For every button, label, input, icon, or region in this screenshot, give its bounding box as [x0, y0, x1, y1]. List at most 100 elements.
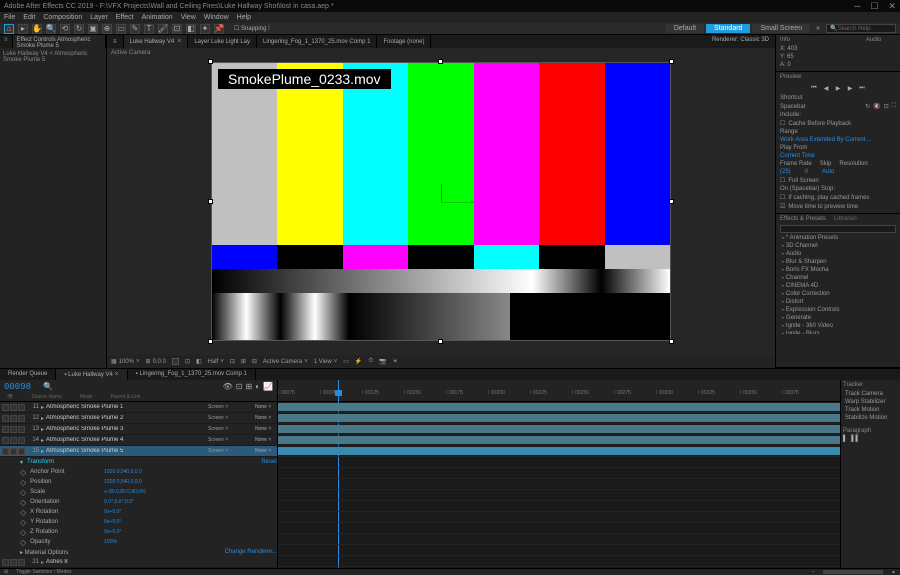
- visibility-toggle[interactable]: [2, 448, 9, 455]
- menu-composition[interactable]: Composition: [43, 14, 82, 21]
- overlay-icon[interactable]: ⊡: [884, 103, 889, 110]
- visibility-toggle[interactable]: [2, 415, 9, 422]
- layer-row[interactable]: 12▸Atmospheric Smoke Plume 2Screen ˅None…: [0, 413, 277, 424]
- paragraph-header[interactable]: Paragraph: [843, 428, 898, 434]
- grid-icon[interactable]: ⊞: [241, 358, 246, 365]
- solo-toggle[interactable]: [10, 415, 17, 422]
- maximize-icon[interactable]: ☐: [870, 1, 878, 12]
- track-row[interactable]: [278, 468, 840, 479]
- next-frame-icon[interactable]: ▶: [845, 84, 855, 92]
- layer-handle[interactable]: [208, 339, 213, 344]
- solo-toggle[interactable]: [10, 437, 17, 444]
- track-camera-button[interactable]: Track Camera: [843, 390, 898, 398]
- toggle-switches-button[interactable]: Toggle Switches / Modes: [16, 569, 71, 575]
- solo-toggle[interactable]: [10, 448, 17, 455]
- menu-effect[interactable]: Effect: [116, 14, 134, 21]
- track-row[interactable]: [278, 512, 840, 523]
- skip-value[interactable]: 0: [805, 169, 808, 175]
- effect-category[interactable]: * Animation Presets: [780, 234, 896, 242]
- tl-tab-render[interactable]: Render Queue: [0, 369, 56, 380]
- menu-help[interactable]: Help: [237, 14, 251, 21]
- graph-icon[interactable]: 📈: [263, 382, 273, 391]
- track-row[interactable]: [278, 402, 840, 413]
- timeline-tracks[interactable]: 0007500100001250015000175002000022500250…: [278, 380, 840, 568]
- orbit-tool-icon[interactable]: ⟲: [60, 24, 70, 34]
- layer-handle[interactable]: [438, 59, 443, 64]
- track-row[interactable]: [278, 523, 840, 534]
- expand-icon[interactable]: ⊞: [4, 569, 8, 575]
- track-row[interactable]: [278, 545, 840, 556]
- effects-presets-header[interactable]: Effects & Presets: [780, 216, 826, 222]
- transform-property[interactable]: ◇Scale∞ 80.0,80.0,80.0%: [0, 487, 277, 497]
- comp-tab-0[interactable]: Luke Hallway V4×: [124, 35, 189, 48]
- renderer-indicator[interactable]: Renderer: Classic 3D: [706, 35, 775, 48]
- cache-opt-checkbox[interactable]: ☐ If caching, play cached frames: [780, 193, 896, 202]
- mute-icon[interactable]: 🔇: [873, 103, 880, 110]
- track-motion-button[interactable]: Track Motion: [843, 406, 898, 414]
- roi-icon[interactable]: ⊡: [230, 358, 235, 365]
- puppet-tool-icon[interactable]: 📌: [214, 24, 224, 34]
- first-frame-icon[interactable]: ⏮: [809, 84, 819, 92]
- preview-panel-header[interactable]: Preview: [780, 74, 896, 80]
- track-row[interactable]: [278, 490, 840, 501]
- col-source[interactable]: Source Name: [31, 394, 62, 400]
- menu-edit[interactable]: Edit: [23, 14, 35, 21]
- effects-preset-tree[interactable]: * Animation Presets3D ChannelAudioBlur &…: [780, 234, 896, 334]
- layer-bar[interactable]: [278, 414, 840, 422]
- timeline-search-icon[interactable]: 🔍: [43, 382, 53, 391]
- guides-icon[interactable]: ⊟: [252, 358, 257, 365]
- shortcut-value[interactable]: Spacebar: [780, 104, 806, 110]
- libraries-tab[interactable]: Libraries: [834, 216, 857, 222]
- transform-property[interactable]: ◇Anchor Point1920.0,540.0,0.0: [0, 467, 277, 477]
- fullscreen-icon[interactable]: ⛶: [892, 103, 896, 110]
- effect-category[interactable]: Blur & Sharpen: [780, 258, 896, 266]
- ws-small[interactable]: Small Screen: [752, 24, 810, 33]
- effects-search-input[interactable]: [780, 225, 896, 233]
- comp-tab-2[interactable]: Lingering_Fog_1_1370_25.mov Comp 1: [257, 35, 377, 48]
- rotate-tool-icon[interactable]: ↻: [74, 24, 84, 34]
- layer-row[interactable]: 21▸Ashes 8: [0, 557, 277, 568]
- timeline-icon[interactable]: ⏱: [368, 358, 373, 365]
- resolution-dropdown[interactable]: ⊞ 0.0.0: [146, 358, 166, 365]
- ws-default[interactable]: Default: [666, 24, 704, 33]
- solo-toggle[interactable]: [10, 404, 17, 411]
- comp-tab-layout-icon[interactable]: ≡: [107, 35, 124, 48]
- zoom-slider[interactable]: [823, 570, 883, 574]
- last-frame-icon[interactable]: ⏭: [857, 84, 867, 92]
- ws-standard[interactable]: Standard: [706, 24, 750, 33]
- effect-category[interactable]: Generate: [780, 314, 896, 322]
- pan-behind-tool-icon[interactable]: ⊕: [102, 24, 112, 34]
- align-right-icon[interactable]: ▌: [856, 436, 860, 442]
- layer-row[interactable]: 13▸Atmospheric Smoke Plume 3Screen ˅None…: [0, 424, 277, 435]
- effect-category[interactable]: CINEMA 4D: [780, 282, 896, 290]
- time-ruler[interactable]: 0007500100001250015000175002000022500250…: [278, 380, 840, 402]
- stabilize-button[interactable]: Stabilize Motion: [843, 414, 898, 422]
- effect-category[interactable]: 3D Channel: [780, 242, 896, 250]
- snapping-toggle[interactable]: ☐ Snapping ⁞: [234, 25, 270, 32]
- mask-icon[interactable]: ◧: [196, 358, 202, 365]
- layer-handle[interactable]: [669, 199, 674, 204]
- views-dropdown[interactable]: 1 View ˅: [314, 359, 337, 365]
- menu-view[interactable]: View: [181, 14, 196, 21]
- layer-bar[interactable]: [278, 425, 840, 433]
- lock-toggle[interactable]: [18, 415, 25, 422]
- audio-panel-header[interactable]: Audio: [866, 37, 896, 43]
- visibility-toggle[interactable]: [2, 404, 9, 411]
- transform-group[interactable]: ▾ TransformReset: [0, 457, 277, 467]
- visibility-toggle[interactable]: [2, 426, 9, 433]
- menu-layer[interactable]: Layer: [90, 14, 108, 21]
- project-tab[interactable]: ≡: [0, 35, 13, 48]
- comp-tab-1[interactable]: Layer Luke Light Lay: [188, 35, 257, 48]
- play-icon[interactable]: ▶: [833, 84, 843, 92]
- close-icon[interactable]: ✕: [888, 1, 896, 12]
- bg-color-icon[interactable]: [172, 358, 179, 365]
- frameblend-icon[interactable]: ⊞: [245, 382, 252, 391]
- tl-tab-comp[interactable]: ▪ Luke Hallway V4 ×: [56, 369, 127, 380]
- layer-handle[interactable]: [208, 199, 213, 204]
- menu-window[interactable]: Window: [204, 14, 229, 21]
- fast-preview-icon[interactable]: ⚡: [355, 358, 362, 365]
- warp-stabilizer-button[interactable]: Warp Stabilizer: [843, 398, 898, 406]
- hand-tool-icon[interactable]: ✋: [32, 24, 42, 34]
- view-dropdown[interactable]: Active Camera ˅: [263, 359, 308, 365]
- fr-value[interactable]: (25): [780, 169, 791, 175]
